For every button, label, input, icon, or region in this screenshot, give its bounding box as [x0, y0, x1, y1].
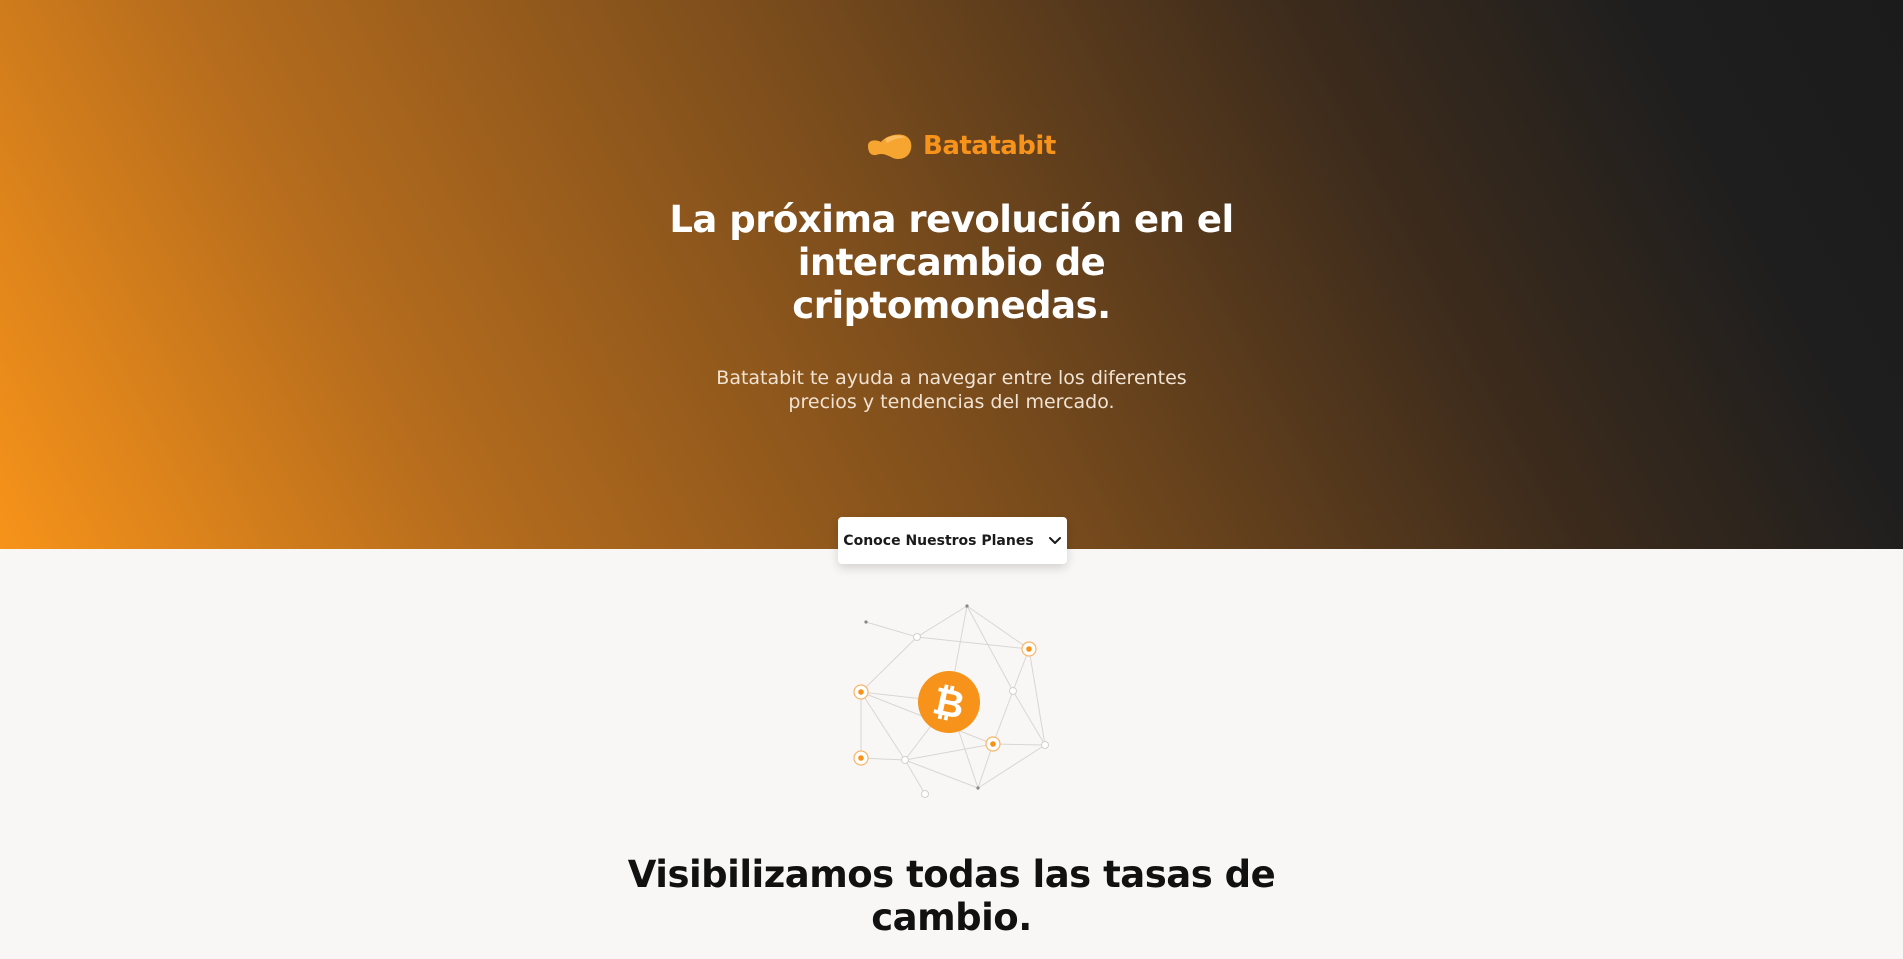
hero-section: Batatabit La próxima revolución en el in…: [0, 0, 1903, 549]
rates-section-title: Visibilizamos todas las tasas de cambio.: [627, 853, 1276, 939]
chevron-down-icon: [1048, 536, 1061, 544]
hero-title: La próxima revolución en el intercambio …: [669, 198, 1234, 327]
network-node: [913, 633, 921, 641]
network-node: [921, 790, 929, 798]
network-node: [965, 604, 969, 608]
brand-logo[interactable]: Batatabit: [865, 131, 1056, 161]
network-node: [976, 786, 980, 790]
network-node: [864, 620, 868, 624]
hero-subtitle: Batatabit te ayuda a navegar entre los d…: [716, 367, 1187, 413]
potato-logo-icon: [868, 134, 912, 160]
crypto-network-illustration: ₿: [853, 604, 1049, 798]
network-node-accent: [858, 689, 864, 695]
plans-button[interactable]: Conoce Nuestros Planes: [838, 517, 1067, 564]
network-node-accent: [1026, 646, 1032, 652]
network-node-accent: [990, 741, 996, 747]
network-node-accent: [858, 755, 864, 761]
network-node: [1041, 741, 1049, 749]
brand-name: Batatabit: [923, 131, 1056, 161]
bitcoin-icon: ₿: [918, 671, 980, 733]
network-node: [1009, 687, 1017, 695]
network-node: [901, 756, 909, 764]
plans-button-label: Conoce Nuestros Planes: [843, 532, 1034, 549]
